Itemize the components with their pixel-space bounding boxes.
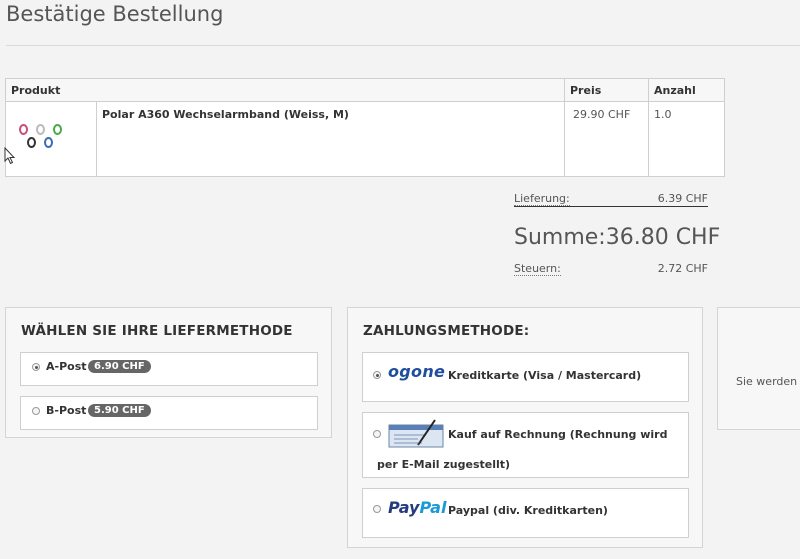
shipping-radio-b-post[interactable] [32,407,40,415]
band-icon [27,137,36,148]
tax-value: 2.72 CHF [657,262,708,275]
shipping-method-panel: WÄHLEN SIE IHRE LIEFERMETHODE A-Post 6.9… [5,307,332,438]
band-icon [53,124,62,135]
price-badge-b-post: 5.90 CHF [88,404,151,417]
product-price: 29.90 CHF [564,101,649,177]
band-icon [19,124,28,135]
band-icon [44,137,53,148]
column-header-qty: Anzahl [648,78,725,102]
column-header-product: Produkt [5,78,565,102]
shipping-radio-a-post[interactable] [32,363,40,371]
mouse-cursor-icon [4,147,16,165]
shipping-label-a-post: A-Post [46,360,87,373]
payment-label-creditcard: Kreditkarte (Visa / Mastercard) [448,369,642,382]
payment-method-title: ZAHLUNGSMETHODE: [363,323,530,339]
payment-radio-paypal[interactable] [373,505,381,513]
tax-label: Steuern: [514,262,561,276]
product-name[interactable]: Polar A360 Wechselarmband (Weiss, M) [96,101,565,177]
price-badge-a-post: 6.90 CHF [88,360,151,373]
payment-option-creditcard[interactable]: ogone Kreditkarte (Visa / Mastercard) [362,352,689,402]
delivery-label: Lieferung: [514,192,570,206]
payment-label-paypal: Paypal (div. Kreditkarten) [448,504,608,517]
order-info-panel: Sie werden [717,307,800,430]
payment-radio-invoice[interactable] [373,430,381,438]
product-quantity: 1.0 [648,101,725,177]
page-title: Bestätige Bestellung [6,2,224,26]
payment-method-panel: ZAHLUNGSMETHODE: ogone Kreditkarte (Visa… [347,307,703,548]
band-icon [36,124,45,135]
shipping-method-title: WÄHLEN SIE IHRE LIEFERMETHODE [21,323,293,339]
total-value: 36.80 CHF [605,225,721,250]
shipping-option-b-post[interactable]: B-Post 5.90 CHF [20,396,318,430]
total-label: Summe: [514,225,606,250]
delivery-value: 6.39 CHF [657,192,708,205]
product-image [5,101,97,177]
paypal-logo-icon: PayPal [388,498,447,517]
payment-option-paypal[interactable]: PayPal Paypal (div. Kreditkarten) [362,488,689,538]
shipping-option-a-post[interactable]: A-Post 6.90 CHF [20,352,318,386]
cheque-icon [388,419,444,448]
payment-label-invoice-line1: Kauf auf Rechnung (Rechnung wird [448,428,668,441]
order-total: Summe:36.80 CHF [514,225,720,250]
column-header-price: Preis [564,78,649,102]
table-row: Polar A360 Wechselarmband (Weiss, M) 29.… [5,101,725,177]
summary-divider [514,206,708,207]
title-divider [6,45,800,46]
payment-label-invoice-line2: per E-Mail zugestellt) [377,458,511,471]
ogone-logo-icon: ogone [388,362,446,381]
shipping-label-b-post: B-Post [46,404,87,417]
cart-header-row: Produkt Preis Anzahl [5,78,725,102]
payment-radio-creditcard[interactable] [373,371,381,379]
order-info-text: Sie werden [736,375,798,388]
cart-table: Produkt Preis Anzahl Polar A360 Wechsela… [5,78,725,177]
payment-option-invoice[interactable]: Kauf auf Rechnung (Rechnung wird per E-M… [362,412,689,478]
